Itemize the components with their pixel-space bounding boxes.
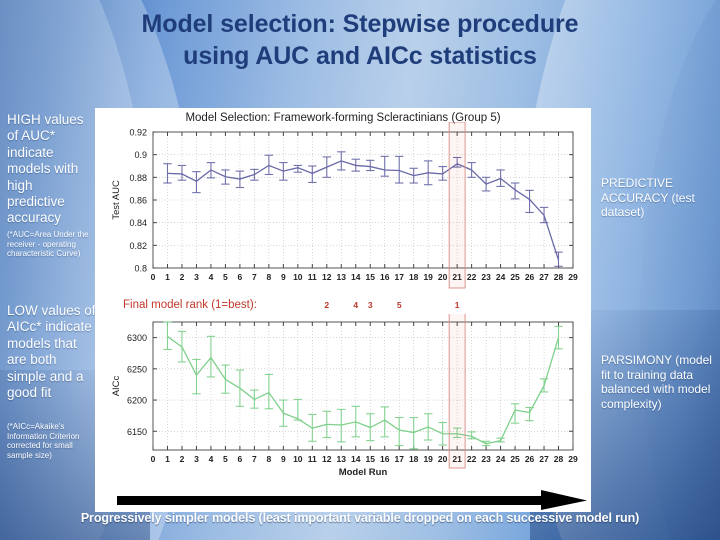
svg-text:16: 16	[380, 454, 390, 464]
callout-aicc-footnote: (*AICc=Akaike's Information Criterion co…	[7, 422, 80, 460]
svg-text:7: 7	[252, 454, 257, 464]
model-rank-number: 3	[367, 300, 373, 310]
svg-text:0.8: 0.8	[134, 264, 147, 274]
svg-text:14: 14	[351, 272, 361, 282]
svg-text:9: 9	[281, 272, 286, 282]
callout-predictive-accuracy: PREDICTIVE ACCURACY (test dataset)	[601, 176, 695, 219]
svg-text:1: 1	[165, 272, 170, 282]
svg-text:13: 13	[337, 454, 347, 464]
svg-text:29: 29	[568, 454, 578, 464]
svg-text:25: 25	[510, 272, 520, 282]
svg-text:13: 13	[337, 272, 347, 282]
test-auc-chart: 0.80.820.840.860.880.90.920 1 2 3 4 5 6 7 8 9 10 11…	[111, 122, 578, 289]
svg-text:25: 25	[510, 454, 520, 464]
progression-arrow	[117, 490, 587, 510]
svg-text:26: 26	[525, 454, 535, 464]
svg-text:18: 18	[409, 454, 419, 464]
right-arrow-icon	[117, 490, 587, 510]
svg-text:AICc: AICc	[111, 375, 122, 396]
callout-auc-footnote: (*AUC=Area Under the receiver - operatin…	[7, 230, 89, 259]
svg-text:6300: 6300	[127, 333, 147, 343]
svg-text:0.84: 0.84	[129, 218, 147, 228]
svg-text:14: 14	[351, 454, 361, 464]
svg-text:10: 10	[293, 272, 303, 282]
svg-text:6250: 6250	[127, 364, 147, 374]
svg-text:2: 2	[180, 272, 185, 282]
svg-text:26: 26	[525, 272, 535, 282]
svg-text:20: 20	[438, 454, 448, 464]
chart-panel: Model Selection: Framework-forming Scler…	[95, 108, 591, 512]
model-rank-number: 4	[353, 300, 359, 310]
svg-text:0.92: 0.92	[129, 128, 147, 138]
svg-text:22: 22	[467, 272, 477, 282]
svg-text:11: 11	[308, 272, 317, 282]
svg-text:11: 11	[308, 454, 317, 464]
svg-text:27: 27	[539, 454, 549, 464]
svg-text:17: 17	[394, 454, 404, 464]
callout-aicc-heading: LOW values of AICc* indicate models that…	[7, 303, 96, 401]
svg-text:6150: 6150	[127, 427, 147, 437]
aicc-chart: 61506200625063000 1 2 3 4 5 6 7 8 9 10 11 12 13 14 15 16…	[111, 314, 578, 478]
model-rank-number: 5	[396, 300, 402, 310]
svg-text:8: 8	[266, 454, 271, 464]
svg-text:28: 28	[554, 454, 564, 464]
svg-text:10: 10	[293, 454, 303, 464]
svg-text:27: 27	[539, 272, 549, 282]
svg-text:6: 6	[238, 272, 243, 282]
svg-text:4: 4	[209, 454, 214, 464]
svg-text:0.86: 0.86	[129, 196, 147, 206]
svg-text:23: 23	[481, 454, 491, 464]
callout-auc-heading: HIGH values of AUC* indicate models with…	[7, 112, 84, 226]
svg-text:6: 6	[238, 454, 243, 464]
model-rank-number: 1	[454, 300, 460, 310]
bottom-banner-text: Progressively simpler models (least impo…	[80, 511, 640, 525]
svg-text:3: 3	[194, 454, 199, 464]
svg-text:15: 15	[366, 454, 376, 464]
final-model-rank-label: Final model rank (1=best):	[123, 299, 257, 311]
svg-text:15: 15	[366, 272, 376, 282]
svg-text:19: 19	[423, 272, 433, 282]
svg-text:16: 16	[380, 272, 390, 282]
svg-text:0.82: 0.82	[129, 241, 147, 251]
svg-text:12: 12	[322, 454, 332, 464]
svg-text:19: 19	[423, 454, 433, 464]
svg-text:Test AUC: Test AUC	[111, 180, 122, 220]
svg-text:2: 2	[180, 454, 185, 464]
svg-text:24: 24	[496, 454, 506, 464]
svg-text:5: 5	[223, 454, 228, 464]
svg-text:0.9: 0.9	[134, 150, 147, 160]
svg-text:29: 29	[568, 272, 578, 282]
callout-parsimony: PARSIMONY (model fit to training data ba…	[601, 353, 712, 411]
svg-text:Model Run: Model Run	[339, 467, 388, 478]
svg-text:1: 1	[165, 454, 170, 464]
svg-text:24: 24	[496, 272, 506, 282]
svg-text:0: 0	[151, 454, 156, 464]
svg-text:20: 20	[438, 272, 448, 282]
svg-text:12: 12	[322, 272, 332, 282]
slide-canvas: Model selection: Stepwise procedure usin…	[0, 0, 720, 540]
model-rank-number: 2	[324, 300, 330, 310]
svg-text:23: 23	[481, 272, 491, 282]
svg-text:6200: 6200	[127, 396, 147, 406]
svg-text:0.88: 0.88	[129, 173, 147, 183]
slide-title: Model selection: Stepwise procedure usin…	[60, 8, 660, 72]
svg-text:3: 3	[194, 272, 199, 282]
svg-text:18: 18	[409, 272, 419, 282]
slide-title-line-2: using AUC and AICc statistics	[183, 42, 537, 70]
svg-text:4: 4	[209, 272, 214, 282]
svg-text:8: 8	[266, 272, 271, 282]
svg-text:17: 17	[394, 272, 404, 282]
svg-text:28: 28	[554, 272, 564, 282]
svg-text:22: 22	[467, 454, 477, 464]
slide-title-line-1: Model selection: Stepwise procedure	[141, 10, 579, 38]
svg-text:7: 7	[252, 272, 257, 282]
svg-text:5: 5	[223, 272, 228, 282]
svg-text:0: 0	[151, 272, 156, 282]
svg-text:9: 9	[281, 454, 286, 464]
